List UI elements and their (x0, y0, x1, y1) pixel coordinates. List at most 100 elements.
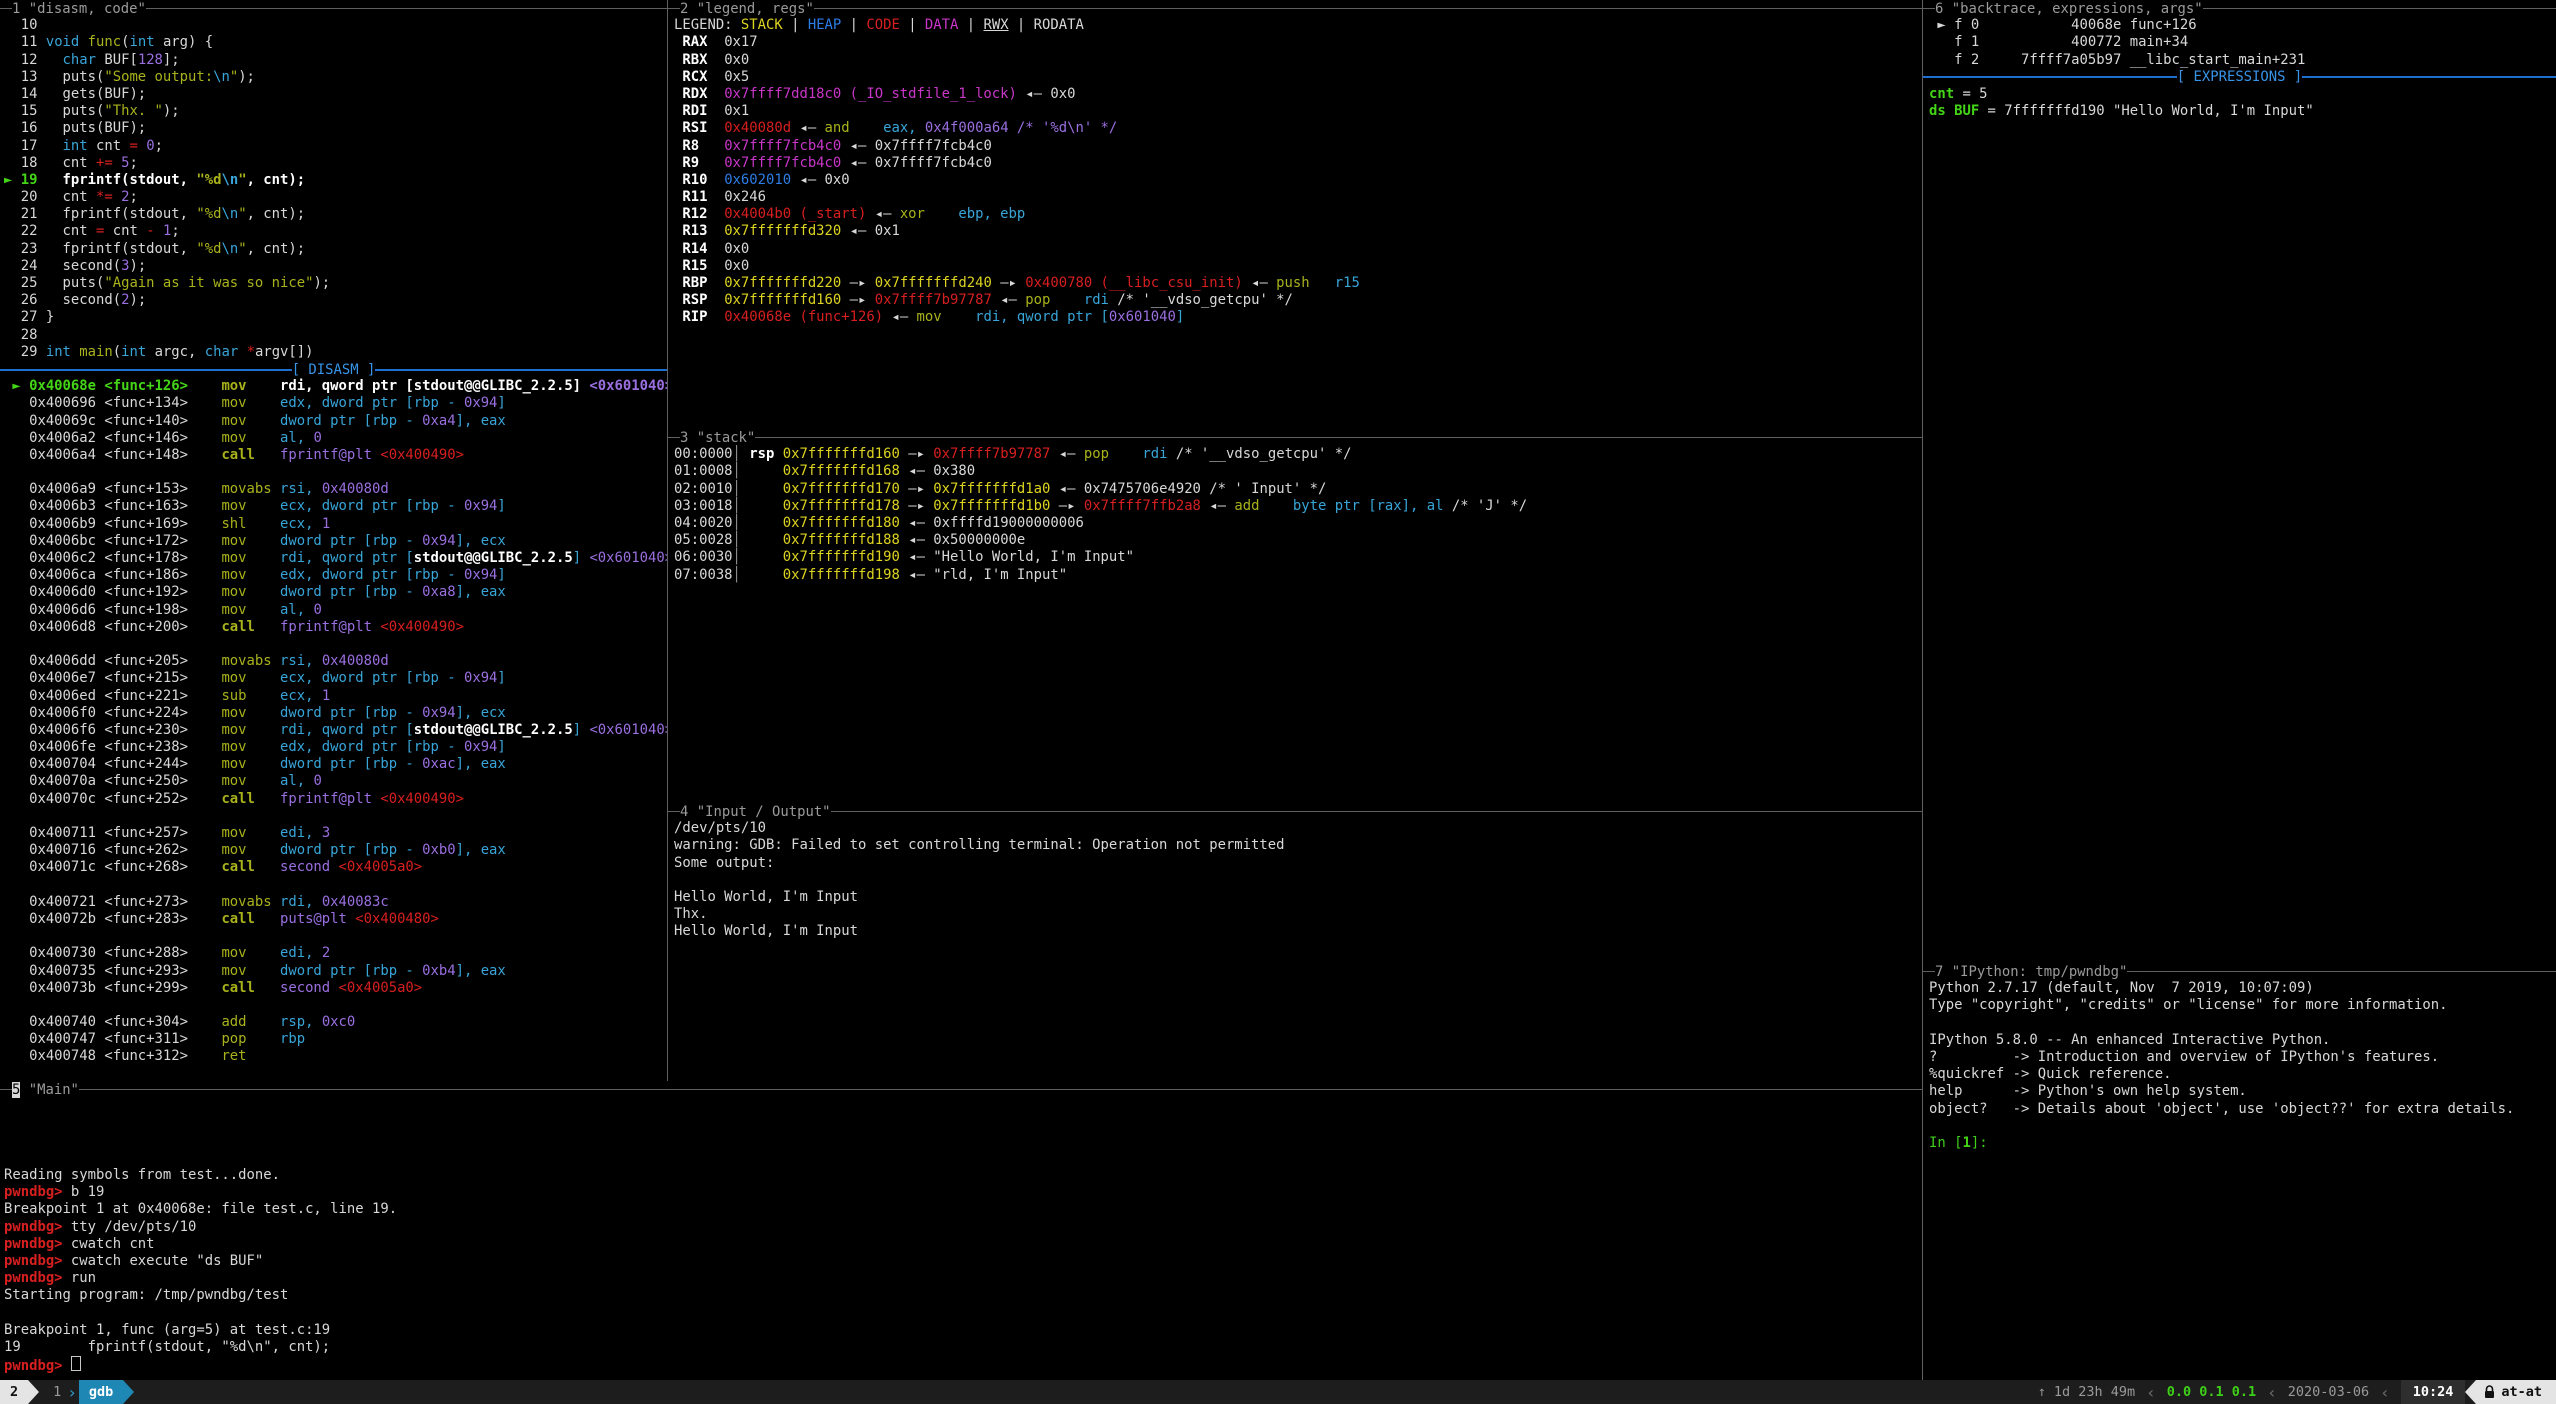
pane-number: 5 (12, 1082, 20, 1098)
terminal-line: 0x4006ca <func+186> mov edx, dword ptr [… (0, 567, 667, 584)
terminal-line: 0x4006fe <func+238> mov edx, dword ptr [… (0, 739, 667, 756)
tmux-session-index[interactable]: 2 (0, 1380, 28, 1404)
chevron-right-icon: › (67, 1383, 79, 1402)
tmux-screen: 1 "disasm, code" 10 11 void func(int arg… (0, 0, 2556, 1404)
terminal-line (1923, 1118, 2556, 1135)
terminal-line: pwndbg> cwatch execute "ds BUF" (0, 1253, 1922, 1270)
separator-chevron-icon: ‹ (2369, 1383, 2401, 1402)
terminal-line: warning: GDB: Failed to set controlling … (668, 837, 1922, 854)
terminal-line: f 1 400772 main+34 (1923, 34, 2556, 51)
terminal-line: 13 puts("Some output:\n"); (0, 69, 667, 86)
terminal-line: 06:0030│ 0x7fffffffd190 ◂— "Hello World,… (668, 549, 1922, 566)
powerline-arrow-icon (2465, 1380, 2476, 1404)
terminal-line: 0x400721 <func+273> movabs rdi, 0x40083c (0, 894, 667, 911)
pane-divider-vertical-right[interactable] (1922, 0, 1923, 1380)
pane-title-text: "disasm, code" (20, 1, 145, 17)
pane-title-3: 3 "stack" (668, 429, 1922, 446)
powerline-arrow-icon (123, 1380, 134, 1404)
pane-input-output[interactable]: 4 "Input / Output"/dev/pts/10warning: GD… (668, 803, 1922, 1081)
pane-number: 2 (680, 1, 688, 17)
pane-title-5: 5 "Main" (0, 1081, 1922, 1098)
pane-title-text: "backtrace, expressions, args" (1943, 1, 2202, 17)
terminal-line: 03:0018│ 0x7fffffffd178 —▸ 0x7fffffffd1b… (668, 498, 1922, 515)
terminal-line (0, 928, 667, 945)
terminal-line: 0x40071c <func+268> call second <0x4005a… (0, 859, 667, 876)
section-divider: [ EXPRESSIONS ] (1923, 69, 2556, 86)
terminal-line: Hello World, I'm Input (668, 923, 1922, 940)
terminal-line (0, 636, 667, 653)
terminal-line: RSP 0x7fffffffd160 —▸ 0x7ffff7b97787 ◂— … (668, 292, 1922, 309)
pane-border-line (1923, 971, 1935, 972)
terminal-line: 0x400747 <func+311> pop rbp (0, 1031, 667, 1048)
terminal-line: 17 int cnt = 0; (0, 138, 667, 155)
terminal-cursor[interactable] (71, 1356, 81, 1371)
terminal-line: In [1]: (1923, 1135, 2556, 1152)
terminal-line: RSI 0x40080d ◂— and eax, 0x4f000a64 /* '… (668, 120, 1922, 137)
terminal-line: LEGEND: STACK | HEAP | CODE | DATA | RWX… (668, 17, 1922, 34)
terminal-line (0, 877, 667, 894)
tmux-active-window-index[interactable]: 1 (39, 1384, 67, 1400)
terminal-line: 0x400696 <func+134> mov edx, dword ptr [… (0, 395, 667, 412)
terminal-line: ► 19 fprintf(stdout, "%d\n", cnt); (0, 172, 667, 189)
terminal-line (0, 1066, 667, 1081)
pane-border-line (2203, 8, 2556, 9)
terminal-line (0, 1150, 1922, 1167)
pane-number: 4 (680, 804, 688, 820)
pane-border-line (146, 8, 667, 9)
terminal-line: 0x400740 <func+304> add rsp, 0xc0 (0, 1014, 667, 1031)
pane-title-6: 6 "backtrace, expressions, args" (1923, 0, 2556, 17)
terminal-line: 19 fprintf(stdout, "%d\n", cnt); (0, 1339, 1922, 1356)
pane-main-console[interactable]: 5 "Main"Reading symbols from test...done… (0, 1081, 1922, 1380)
terminal-line (0, 1115, 1922, 1132)
terminal-line: object? -> Details about 'object', use '… (1923, 1101, 2556, 1118)
terminal-line: 0x4006d6 <func+198> mov al, 0 (0, 602, 667, 619)
pane-backtrace-expressions[interactable]: 6 "backtrace, expressions, args" ► f 0 4… (1923, 0, 2556, 963)
terminal-line: 0x4006f6 <func+230> mov rdi, qword ptr [… (0, 722, 667, 739)
terminal-line: 0x400716 <func+262> mov dword ptr [rbp -… (0, 842, 667, 859)
divider-line (0, 369, 292, 371)
terminal-line: 0x4006b3 <func+163> mov ecx, dword ptr [… (0, 498, 667, 515)
terminal-line: Thx. (668, 906, 1922, 923)
terminal-line: 10 (0, 17, 667, 34)
tmux-status-bar: 2 1 › gdb ↑ 1d 23h 49m ‹ 0.0 0.1 0.1 ‹ 2… (0, 1380, 2556, 1404)
terminal-line: 0x4006dd <func+205> movabs rsi, 0x40080d (0, 653, 667, 670)
pane-border-line (0, 1089, 12, 1090)
terminal-line: Hello World, I'm Input (668, 889, 1922, 906)
terminal-line: 0x4006a4 <func+148> call fprintf@plt <0x… (0, 447, 667, 464)
divider-line (2302, 76, 2556, 78)
tmux-active-window-name[interactable]: gdb (79, 1380, 123, 1404)
pane-border-line (755, 437, 1922, 438)
pane-number: 3 (680, 430, 688, 446)
terminal-line: 00:0000│ rsp 0x7fffffffd160 —▸ 0x7ffff7b… (668, 446, 1922, 463)
pane-title-text: "Main" (20, 1082, 79, 1098)
terminal-line: 29 int main(int argc, char *argv[]) (0, 344, 667, 361)
terminal-line: Type "copyright", "credits" or "license"… (1923, 997, 2556, 1014)
terminal-line: RBP 0x7fffffffd220 —▸ 0x7fffffffd240 —▸ … (668, 275, 1922, 292)
terminal-line: f 2 7ffff7a05b97 __libc_start_main+231 (1923, 52, 2556, 69)
uptime-value: 1d 23h 49m (2054, 1384, 2135, 1400)
pane-divider-vertical-left[interactable] (667, 0, 668, 1081)
terminal-line: R10 0x602010 ◂— 0x0 (668, 172, 1922, 189)
terminal-line: 0x4006f0 <func+224> mov dword ptr [rbp -… (0, 705, 667, 722)
pane-stack[interactable]: 3 "stack"00:0000│ rsp 0x7fffffffd160 —▸ … (668, 429, 1922, 803)
terminal-line: ► 0x40068e <func+126> mov rdi, qword ptr… (0, 378, 667, 395)
terminal-line: 12 char BUF[128]; (0, 52, 667, 69)
terminal-line: 0x400735 <func+293> mov dword ptr [rbp -… (0, 963, 667, 980)
terminal-line: 0x400704 <func+244> mov dword ptr [rbp -… (0, 756, 667, 773)
status-time: 10:24 (2401, 1380, 2466, 1404)
terminal-line: ds BUF = 7fffffffd190 "Hello World, I'm … (1923, 103, 2556, 120)
divider-line (375, 369, 667, 371)
pane-title-1: 1 "disasm, code" (0, 0, 667, 17)
pane-ipython[interactable]: 7 "IPython: tmp/pwndbg"Python 2.7.17 (de… (1923, 963, 2556, 1380)
pane-title-text: "Input / Output" (688, 804, 830, 820)
pane-legend-regs[interactable]: 2 "legend, regs"LEGEND: STACK | HEAP | C… (668, 0, 1922, 429)
pane-number: 6 (1935, 1, 1943, 17)
separator-chevron-icon: ‹ (2135, 1383, 2167, 1402)
terminal-line: 20 cnt *= 2; (0, 189, 667, 206)
pane-disasm-code[interactable]: 1 "disasm, code" 10 11 void func(int arg… (0, 0, 667, 1081)
terminal-line: 24 second(3); (0, 258, 667, 275)
terminal-line: RCX 0x5 (668, 69, 1922, 86)
pane-title-4: 4 "Input / Output" (668, 803, 1922, 820)
terminal-line: R14 0x0 (668, 241, 1922, 258)
terminal-line: 25 puts("Again as it was so nice"); (0, 275, 667, 292)
